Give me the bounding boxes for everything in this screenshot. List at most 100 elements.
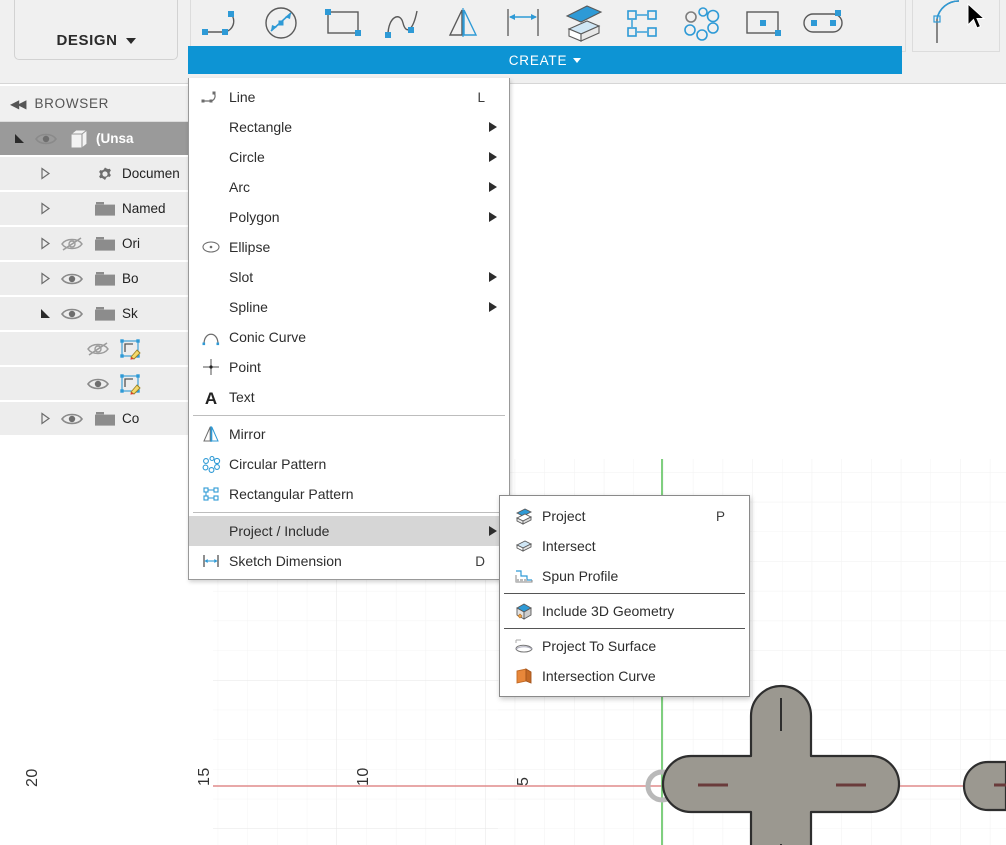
folder-icon <box>88 270 122 288</box>
folder-icon <box>88 200 122 218</box>
circular-pattern-tool-icon[interactable] <box>675 1 731 45</box>
create-menu-item-shortcut: L <box>477 89 485 105</box>
project-include-menu-item[interactable]: Intersect <box>500 531 749 561</box>
visibility-toggle-icon[interactable] <box>82 341 114 357</box>
browser-tree-item[interactable] <box>0 332 188 365</box>
rectangle-tool-icon[interactable] <box>315 1 371 45</box>
create-menu-item-label: Circle <box>229 149 265 165</box>
create-menu-item[interactable]: Sketch Dimension D <box>189 546 509 576</box>
create-menu-item-label: Sketch Dimension <box>229 553 342 569</box>
visibility-toggle-icon[interactable] <box>82 376 114 392</box>
center-rectangle-tool-icon[interactable] <box>735 1 791 45</box>
rectangular-pattern-icon <box>197 485 225 503</box>
project-include-menu-item[interactable]: Include 3D Geometry <box>500 596 749 626</box>
line-tool-icon[interactable] <box>195 1 251 45</box>
create-menu-item-label: Spline <box>229 299 268 315</box>
conic-curve-icon <box>197 328 225 346</box>
svg-text:A: A <box>205 389 217 406</box>
browser-tree-item[interactable]: (Unsa <box>0 122 188 155</box>
workspace-switcher-design[interactable]: DESIGN <box>14 0 178 60</box>
text-icon: A <box>197 388 225 406</box>
browser-tree-item-label: Sk <box>122 306 138 321</box>
create-menu-item[interactable]: Ellipse <box>189 232 509 262</box>
project-icon <box>510 507 538 525</box>
browser-tree-item[interactable]: Co <box>0 402 188 435</box>
browser-tree-item[interactable]: Ori <box>0 227 188 260</box>
create-menu-item[interactable]: Polygon <box>189 202 509 232</box>
create-menu-item[interactable]: Spline <box>189 292 509 322</box>
browser-tree-item[interactable]: Named <box>0 192 188 225</box>
gear-icon <box>88 164 122 184</box>
project-include-menu-item[interactable]: Project P <box>500 501 749 531</box>
create-menu-item[interactable]: Project / Include <box>189 516 509 546</box>
project-include-menu-item-label: Intersect <box>542 538 596 554</box>
project-include-menu-item[interactable]: Intersection Curve <box>500 661 749 691</box>
ellipse-icon <box>197 239 225 255</box>
slot-tool-icon[interactable] <box>795 1 851 45</box>
create-menu-item[interactable]: Circle <box>189 142 509 172</box>
visibility-toggle-icon[interactable] <box>56 411 88 427</box>
browser-panel-header[interactable]: ◀◀ BROWSER <box>0 86 188 122</box>
menu-separator <box>504 628 745 629</box>
sketch-body-slot-right <box>962 760 1006 812</box>
project-include-menu-item[interactable]: Project To Surface <box>500 631 749 661</box>
include-3d-geometry-icon <box>510 602 538 620</box>
sketch-dimension-tool-icon[interactable] <box>495 1 551 45</box>
menu-separator <box>504 593 745 594</box>
browser-tree-item[interactable]: Bo <box>0 262 188 295</box>
tree-expander-icon[interactable] <box>34 237 56 250</box>
menu-separator <box>193 415 505 416</box>
spline-tool-icon[interactable] <box>375 1 431 45</box>
submenu-arrow-icon <box>489 122 497 132</box>
create-menu-item-shortcut: D <box>475 553 485 569</box>
create-menu-item[interactable]: Circular Pattern <box>189 449 509 479</box>
top-ribbon: DESIGN CREATE <box>0 0 1006 84</box>
visibility-toggle-icon[interactable] <box>56 236 88 252</box>
browser-tree-item-label: (Unsa <box>96 131 134 146</box>
sketch-icon <box>114 373 148 395</box>
create-menu-item[interactable]: Rectangular Pattern <box>189 479 509 509</box>
ruler-label: 15 <box>196 767 213 786</box>
folder-icon <box>88 235 122 253</box>
create-menu-item[interactable]: Conic Curve <box>189 322 509 352</box>
create-menu-button[interactable]: CREATE <box>188 46 902 74</box>
create-menu-item[interactable]: Arc <box>189 172 509 202</box>
browser-tree-item[interactable]: Sk <box>0 297 188 330</box>
create-menu-item[interactable]: A Text <box>189 382 509 412</box>
create-menu-item-label: Point <box>229 359 261 375</box>
submenu-arrow-icon <box>489 302 497 312</box>
workspace-label: DESIGN <box>56 32 118 49</box>
mouse-cursor-icon <box>967 3 986 29</box>
tree-expander-icon[interactable] <box>34 307 56 320</box>
offset-tool-icon[interactable] <box>555 1 611 45</box>
submenu-arrow-icon <box>489 526 497 536</box>
mirror-icon <box>197 425 225 443</box>
create-menu-item[interactable]: Point <box>189 352 509 382</box>
create-menu-item-label: Project / Include <box>229 523 330 539</box>
tree-expander-icon[interactable] <box>34 272 56 285</box>
tree-expander-icon[interactable] <box>34 167 56 180</box>
create-menu-item[interactable]: Mirror <box>189 419 509 449</box>
rectangular-pattern-tool-icon[interactable] <box>615 1 671 45</box>
project-include-menu-item[interactable]: Spun Profile <box>500 561 749 591</box>
document-icon <box>62 128 96 149</box>
submenu-arrow-icon <box>489 272 497 282</box>
project-include-menu-item-shortcut: P <box>715 508 725 524</box>
browser-tree-item[interactable] <box>0 367 188 400</box>
tree-expander-icon[interactable] <box>8 132 30 145</box>
mirror-tool-icon[interactable] <box>435 1 491 45</box>
visibility-toggle-icon[interactable] <box>56 271 88 287</box>
visibility-toggle-icon[interactable] <box>30 131 62 147</box>
create-menu-item[interactable]: Line L <box>189 82 509 112</box>
create-menu-item-label: Arc <box>229 179 250 195</box>
visibility-toggle-icon[interactable] <box>56 306 88 322</box>
create-menu-item[interactable]: Rectangle <box>189 112 509 142</box>
circle-tool-icon[interactable] <box>255 1 311 45</box>
create-menu-label: CREATE <box>508 52 568 68</box>
collapse-panel-icon[interactable]: ◀◀ <box>10 97 27 111</box>
create-menu-item-label: Ellipse <box>229 239 271 255</box>
tree-expander-icon[interactable] <box>34 412 56 425</box>
browser-tree-item[interactable]: Documen <box>0 157 188 190</box>
create-menu-item[interactable]: Slot <box>189 262 509 292</box>
tree-expander-icon[interactable] <box>34 202 56 215</box>
